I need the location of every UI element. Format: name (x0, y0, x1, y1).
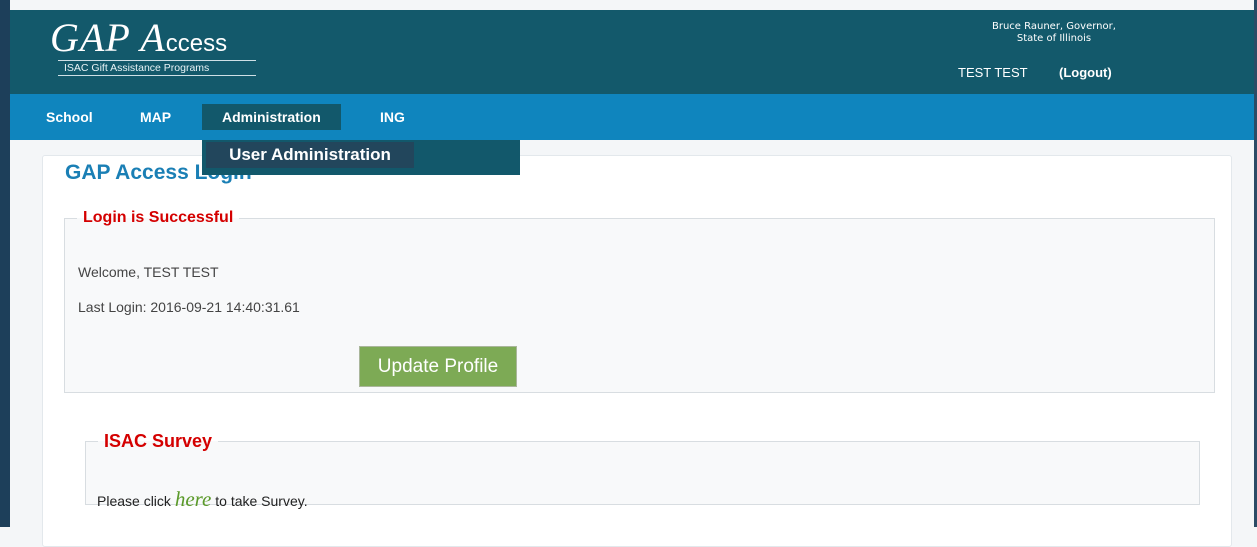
nav-item-school[interactable]: School (46, 94, 93, 140)
welcome-message: Welcome, TEST TEST (78, 264, 219, 280)
window-frame-left (0, 0, 10, 527)
current-user-name: TEST TEST (958, 65, 1028, 80)
nav-item-administration[interactable]: Administration (202, 104, 341, 130)
governor-line-1: Bruce Rauner, Governor, (992, 21, 1116, 32)
nav-item-ing[interactable]: ING (380, 94, 405, 140)
logo-main-text: GAP A (50, 15, 166, 60)
governor-credit: Bruce Rauner, Governor, State of Illinoi… (992, 21, 1116, 45)
survey-legend: ISAC Survey (104, 431, 213, 451)
site-header: GAP Access ISAC Gift Assistance Programs… (10, 10, 1254, 94)
logo-tagline: ISAC Gift Assistance Programs (58, 60, 256, 76)
gap-access-logo: GAP Access ISAC Gift Assistance Programs (50, 15, 256, 76)
survey-here-link[interactable]: here (175, 487, 212, 511)
survey-text-before: Please click (97, 493, 175, 509)
logo-rest-text: ccess (165, 30, 228, 57)
update-profile-button[interactable]: Update Profile (359, 346, 517, 387)
main-navigation: School MAP Administration ING (10, 94, 1254, 140)
login-status-fieldset: Login is Successful Welcome, TEST TEST L… (64, 209, 1215, 393)
dropdown-item-user-administration[interactable]: User Administration (206, 142, 414, 168)
administration-dropdown: User Administration (202, 140, 520, 175)
login-panel: GAP Access Login Login is Successful Wel… (42, 155, 1232, 547)
survey-fieldset: ISAC Survey Please click here to take Su… (85, 431, 1200, 511)
survey-text-after: to take Survey. (211, 493, 308, 509)
governor-line-2: State of Illinois (1016, 33, 1092, 44)
last-login-timestamp: Last Login: 2016-09-21 14:40:31.61 (78, 299, 300, 315)
login-status-legend: Login is Successful (83, 209, 234, 226)
logout-link[interactable]: (Logout) (1059, 65, 1112, 80)
nav-item-map[interactable]: MAP (140, 94, 171, 140)
survey-instruction: Please click here to take Survey. (97, 487, 308, 512)
